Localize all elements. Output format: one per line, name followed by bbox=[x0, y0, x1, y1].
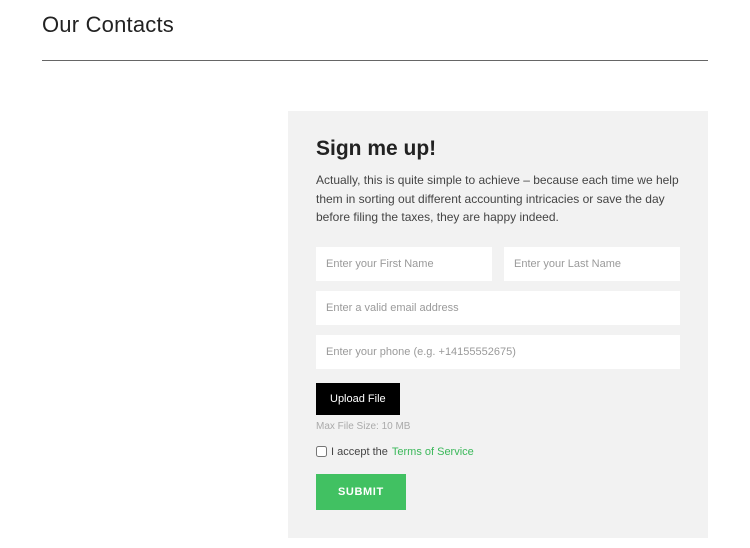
accept-terms-row: I accept the Terms of Service bbox=[316, 446, 680, 458]
terms-of-service-link[interactable]: Terms of Service bbox=[392, 446, 474, 458]
name-row bbox=[316, 247, 680, 281]
first-name-input[interactable] bbox=[316, 247, 492, 281]
phone-input[interactable] bbox=[316, 335, 680, 369]
signup-form-card: Sign me up! Actually, this is quite simp… bbox=[288, 111, 708, 538]
accept-prefix-text: I accept the bbox=[331, 446, 388, 458]
form-container: Sign me up! Actually, this is quite simp… bbox=[42, 111, 708, 538]
accept-terms-checkbox[interactable] bbox=[316, 446, 327, 457]
last-name-input[interactable] bbox=[504, 247, 680, 281]
email-input[interactable] bbox=[316, 291, 680, 325]
submit-button[interactable]: SUBMIT bbox=[316, 474, 406, 510]
section-divider bbox=[42, 60, 708, 61]
upload-file-button[interactable]: Upload File bbox=[316, 383, 400, 415]
form-heading: Sign me up! bbox=[316, 137, 680, 161]
upload-hint: Max File Size: 10 MB bbox=[316, 421, 680, 432]
form-description: Actually, this is quite simple to achiev… bbox=[316, 171, 680, 227]
page-title: Our Contacts bbox=[42, 12, 708, 38]
